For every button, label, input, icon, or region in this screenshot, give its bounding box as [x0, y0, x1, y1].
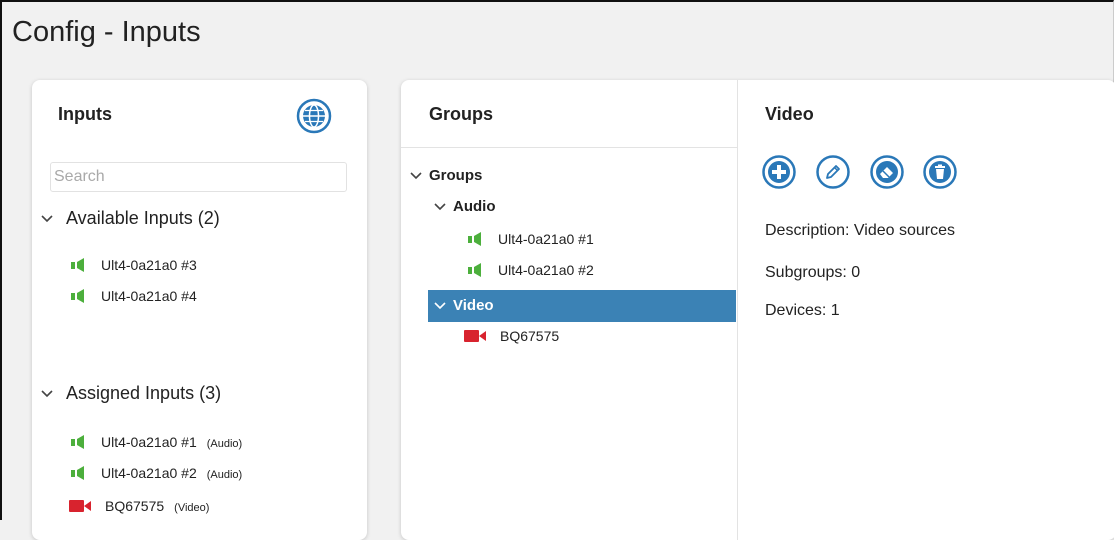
globe-icon — [296, 98, 332, 134]
assigned-inputs-header[interactable]: Assigned Inputs (3) — [40, 383, 221, 404]
inputs-panel-title: Inputs — [58, 104, 112, 124]
video-camera-icon — [464, 330, 486, 342]
list-item-label: Ult4-0a21a0 #1 — [101, 434, 197, 450]
chevron-down-icon — [410, 171, 422, 179]
detail-description: Description: Video sources — [765, 222, 956, 239]
globe-button[interactable] — [296, 98, 332, 134]
tree-node-audio[interactable]: Audio — [433, 198, 496, 215]
chevron-down-icon — [434, 301, 446, 309]
tree-node-groups[interactable]: Groups — [409, 167, 482, 184]
tree-node-label: Groups — [429, 167, 483, 184]
list-item[interactable]: BQ67575 (Video) — [68, 498, 209, 514]
divider — [737, 80, 738, 540]
available-inputs-header[interactable]: Available Inputs (2) — [40, 208, 220, 229]
speaker-icon — [468, 232, 481, 246]
edit-button[interactable] — [816, 155, 850, 189]
list-item[interactable]: Ult4-0a21a0 #2 (Audio) — [70, 465, 242, 481]
speaker-icon — [71, 466, 84, 480]
assigned-inputs-label: Assigned Inputs (3) — [66, 383, 222, 403]
tree-leaf[interactable]: Ult4-0a21a0 #1 — [467, 231, 594, 247]
groups-panel-title: Groups — [429, 104, 494, 124]
delete-button[interactable] — [923, 155, 957, 189]
tree-leaf[interactable]: Ult4-0a21a0 #2 — [467, 262, 594, 278]
speaker-icon — [71, 258, 84, 272]
speaker-icon — [71, 289, 84, 303]
plus-circle-icon — [762, 155, 796, 189]
list-item-label: Ult4-0a21a0 #3 — [101, 257, 197, 273]
tree-leaf-label: Ult4-0a21a0 #1 — [498, 231, 594, 247]
detail-devices: Devices: 1 — [765, 302, 840, 319]
list-item[interactable]: Ult4-0a21a0 #1 (Audio) — [70, 434, 242, 450]
list-item-tag: (Audio) — [206, 438, 243, 450]
tree-node-label: Audio — [453, 198, 496, 215]
divider — [401, 147, 737, 148]
chevron-down-icon — [41, 214, 53, 222]
detail-title: Video — [765, 104, 814, 124]
available-inputs-label: Available Inputs (2) — [66, 208, 220, 228]
clear-button[interactable] — [870, 155, 904, 189]
detail-subgroups: Subgroups: 0 — [765, 264, 861, 281]
pencil-circle-icon — [816, 155, 850, 189]
list-item[interactable]: Ult4-0a21a0 #3 — [70, 257, 197, 273]
page-title: Config - Inputs — [12, 16, 201, 48]
trash-circle-icon — [923, 155, 957, 189]
list-item-label: Ult4-0a21a0 #4 — [101, 288, 197, 304]
tree-leaf-label: Ult4-0a21a0 #2 — [498, 262, 594, 278]
video-camera-icon — [69, 500, 91, 512]
list-item-tag: (Video) — [174, 502, 210, 514]
speaker-icon — [71, 435, 84, 449]
list-item-label: Ult4-0a21a0 #2 — [101, 465, 197, 481]
app-frame: Config - Inputs Inputs Available Inputs … — [0, 0, 1114, 540]
eraser-circle-icon — [870, 155, 904, 189]
add-button[interactable] — [762, 155, 796, 189]
list-item-tag: (Audio) — [206, 469, 243, 481]
groups-panel: Groups Groups Audio Ult4-0a21a0 #1 Ult4-… — [401, 80, 1114, 540]
chevron-down-icon — [434, 202, 446, 210]
tree-node-video[interactable]: Video — [433, 297, 494, 314]
list-item-label: BQ67575 — [105, 498, 165, 514]
list-item[interactable]: Ult4-0a21a0 #4 — [70, 288, 197, 304]
inputs-panel: Inputs Available Inputs (2) Ult4-0a21a0 … — [32, 80, 367, 540]
speaker-icon — [468, 263, 481, 277]
tree-leaf[interactable]: BQ67575 — [463, 328, 559, 344]
search-input[interactable] — [50, 162, 347, 192]
chevron-down-icon — [41, 389, 53, 397]
tree-leaf-label: BQ67575 — [500, 328, 560, 344]
tree-node-label: Video — [453, 297, 494, 314]
